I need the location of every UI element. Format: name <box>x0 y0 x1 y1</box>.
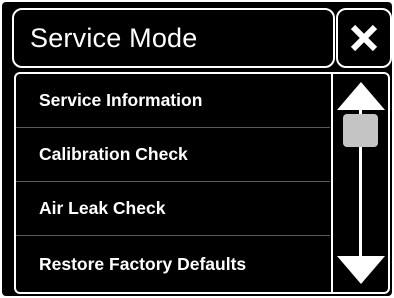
menu-item-air-leak-check[interactable]: Air Leak Check <box>16 182 330 236</box>
triangle-down-icon <box>337 256 385 284</box>
menu-item-label: Service Information <box>39 90 203 110</box>
scrollbar[interactable] <box>331 74 388 292</box>
menu-item-restore-factory-defaults[interactable]: Restore Factory Defaults <box>16 236 330 292</box>
menu-item-calibration-check[interactable]: Calibration Check <box>16 128 330 182</box>
page-title: Service Mode <box>30 22 198 53</box>
menu-item-label: Air Leak Check <box>39 198 166 218</box>
menu-list-frame: Service Information Calibration Check Ai… <box>14 72 390 294</box>
menu-item-label: Calibration Check <box>39 144 188 164</box>
service-mode-screen: Service Mode Service Information Calibra… <box>2 2 392 296</box>
scroll-down-button[interactable] <box>335 254 387 286</box>
title-bar: Service Mode <box>12 8 335 68</box>
menu-item-service-information[interactable]: Service Information <box>16 74 330 128</box>
triangle-up-icon <box>337 82 385 110</box>
close-icon <box>350 24 378 52</box>
menu-item-label: Restore Factory Defaults <box>39 253 247 274</box>
scroll-thumb[interactable] <box>343 114 378 147</box>
menu-list: Service Information Calibration Check Ai… <box>16 74 330 292</box>
close-button[interactable] <box>336 8 392 68</box>
scroll-up-button[interactable] <box>335 80 387 112</box>
